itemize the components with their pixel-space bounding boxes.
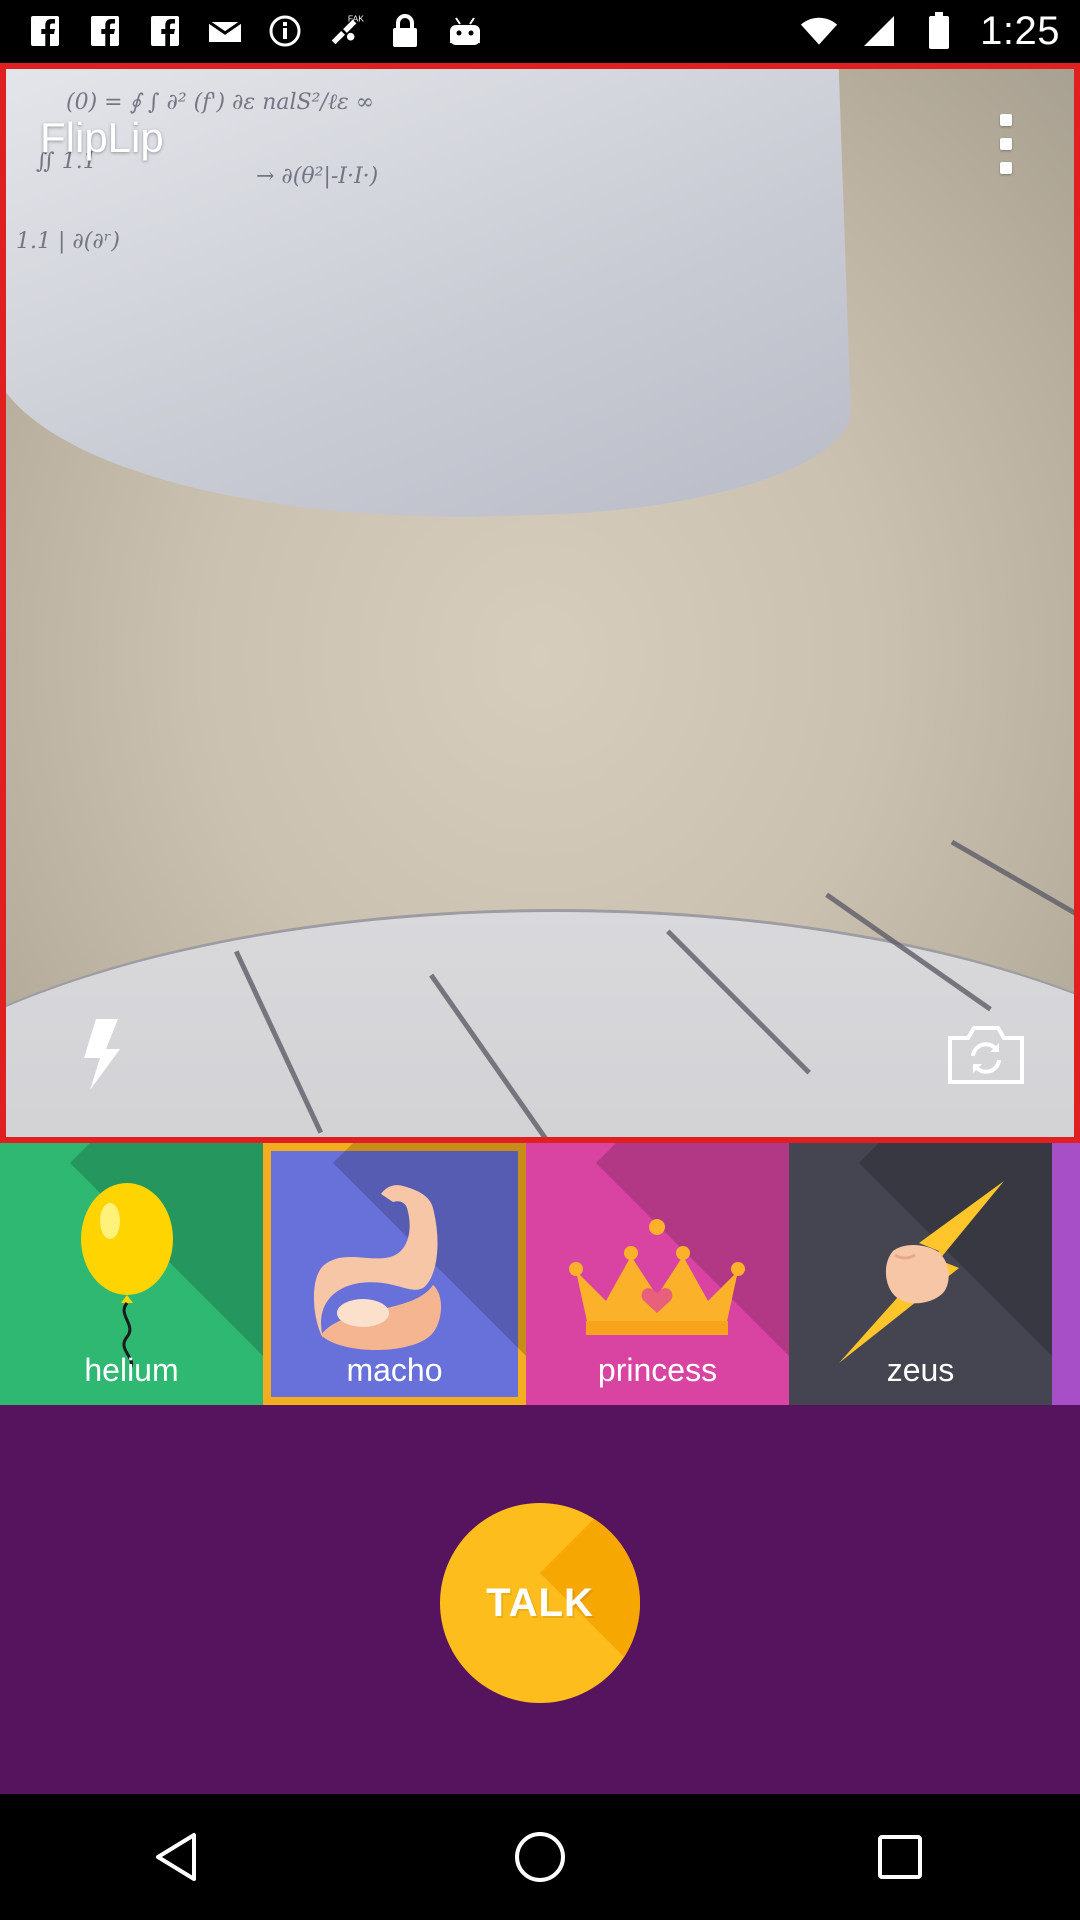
- info-icon: [266, 12, 304, 50]
- mail-icon: [206, 12, 244, 50]
- status-right: 1:25: [800, 6, 1060, 56]
- voice-tile-zeus[interactable]: zeus: [789, 1143, 1052, 1405]
- cellular-signal-icon: [860, 12, 898, 50]
- home-icon[interactable]: [480, 1797, 600, 1917]
- talk-button[interactable]: TALK: [440, 1503, 640, 1703]
- voice-tile-princess[interactable]: princess: [526, 1143, 789, 1405]
- tile-grout: [825, 892, 992, 1012]
- voice-effect-strip: helium macho princess zeus: [0, 1143, 1080, 1405]
- preview-scribble: 1.1 | ∂(∂ʳ): [16, 229, 120, 254]
- preview-scribble: → ∂(θ²|-I·I·): [256, 164, 379, 189]
- status-bar: FAKE 1:25: [0, 0, 1080, 63]
- tile-grout: [233, 950, 324, 1134]
- tile-grout: [429, 973, 548, 1137]
- lock-icon: [386, 12, 424, 50]
- tile-grout: [666, 929, 811, 1075]
- status-clock: 1:25: [980, 8, 1060, 53]
- voice-tile-macho[interactable]: macho: [263, 1143, 526, 1405]
- notification-icons: FAKE: [26, 10, 484, 52]
- talk-panel: TALK: [0, 1405, 1080, 1794]
- voice-label: zeus: [886, 1352, 955, 1388]
- voice-label: helium: [84, 1352, 179, 1388]
- talk-label: TALK: [486, 1580, 594, 1625]
- tile-grout: [950, 839, 1074, 945]
- back-icon[interactable]: [120, 1797, 240, 1917]
- voice-label: princess: [597, 1352, 718, 1388]
- app-title: FlipLip: [40, 114, 164, 161]
- facebook-icon: [146, 12, 184, 50]
- switch-camera-icon[interactable]: [946, 1024, 1026, 1086]
- preview-scribble: (0) = ∮ ∫ ∂² (f') ∂ε nalS²/ℓε ∞: [66, 90, 375, 115]
- overflow-menu-icon[interactable]: [990, 114, 1022, 174]
- flash-icon[interactable]: [76, 1017, 126, 1092]
- wifi-icon: [800, 12, 838, 50]
- camera-preview[interactable]: (0) = ∮ ∫ ∂² (f') ∂ε nalS²/ℓε ∞ ∬ 1.1 → …: [0, 63, 1080, 1143]
- voice-tile-next-partial[interactable]: [1052, 1143, 1080, 1405]
- voice-tile-helium[interactable]: helium: [0, 1143, 263, 1405]
- battery-icon: [920, 12, 958, 50]
- android-icon: [446, 12, 484, 50]
- facebook-icon: [86, 12, 124, 50]
- voice-label: macho: [346, 1352, 443, 1388]
- navigation-bar: [0, 1794, 1080, 1920]
- fake-gps-icon: FAKE: [326, 12, 364, 50]
- svg-text:FAKE: FAKE: [348, 14, 364, 24]
- recents-icon[interactable]: [840, 1797, 960, 1917]
- facebook-icon: [26, 12, 64, 50]
- preview-floor: [6, 839, 1074, 1137]
